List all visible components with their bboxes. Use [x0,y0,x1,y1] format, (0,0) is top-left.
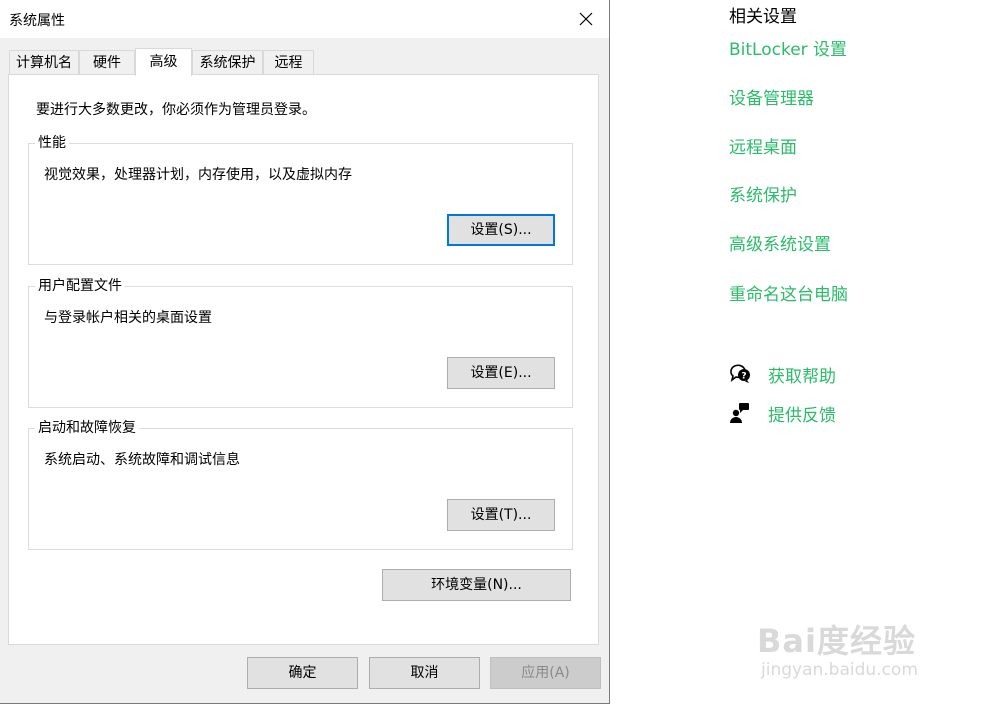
tab-remote[interactable]: 远程 [263,50,314,75]
cancel-button[interactable]: 取消 [369,657,480,689]
advanced-tab-panel: 要进行大多数更改，你必须作为管理员登录。 性能 视觉效果，处理器计划，内存使用，… [8,74,599,645]
baidu-watermark: Bai度经验 jingyan.baidu.com [757,598,947,690]
performance-group-title: 性能 [35,134,69,152]
device-manager-link[interactable]: 设备管理器 [729,84,814,109]
performance-group: 性能 视觉效果，处理器计划，内存使用，以及虚拟内存 设置(S)... [28,134,573,265]
title-bar: 系统属性 [0,0,609,38]
startup-recovery-description: 系统启动、系统故障和调试信息 [44,452,240,468]
watermark-brand: Bai度经验 [757,622,916,660]
performance-description: 视觉效果，处理器计划，内存使用，以及虚拟内存 [44,167,352,183]
environment-variables-button[interactable]: 环境变量(N)... [382,569,571,601]
tab-advanced[interactable]: 高级 [135,48,192,76]
ok-button[interactable]: 确定 [247,657,358,689]
performance-settings-button[interactable]: 设置(S)... [447,214,555,246]
startup-recovery-group-title: 启动和故障恢复 [35,419,139,437]
help-chat-icon: ? [729,363,751,385]
get-help-link[interactable]: ? 获取帮助 [729,363,836,387]
feedback-person-icon [729,402,751,424]
user-profiles-group-title: 用户配置文件 [35,277,125,295]
tab-computer-name[interactable]: 计算机名 [9,50,79,75]
get-help-label: 获取帮助 [768,366,836,387]
remote-desktop-link[interactable]: 远程桌面 [729,133,797,158]
system-properties-dialog: 系统属性 计算机名 硬件 高级 系统保护 远程 要进行大多数更改，你必须作为管理… [0,0,610,704]
advanced-system-settings-link[interactable]: 高级系统设置 [729,230,831,255]
admin-note: 要进行大多数更改，你必须作为管理员登录。 [36,102,316,118]
related-settings-heading: 相关设置 [729,7,797,27]
close-button[interactable] [569,4,603,34]
system-protection-link[interactable]: 系统保护 [729,181,797,206]
user-profiles-settings-button[interactable]: 设置(E)... [447,357,555,389]
bitlocker-settings-link[interactable]: BitLocker 设置 [729,35,847,60]
give-feedback-link[interactable]: 提供反馈 [729,402,836,426]
close-icon [579,12,593,26]
dialog-title: 系统属性 [9,13,65,29]
user-profiles-description: 与登录帐户相关的桌面设置 [44,310,212,326]
user-profiles-group: 用户配置文件 与登录帐户相关的桌面设置 设置(E)... [28,277,573,408]
tab-system-protection[interactable]: 系统保护 [192,50,263,75]
tab-hardware[interactable]: 硬件 [79,50,135,75]
watermark-site: jingyan.baidu.com [761,660,918,680]
startup-recovery-settings-button[interactable]: 设置(T)... [447,499,555,531]
rename-pc-link[interactable]: 重命名这台电脑 [729,280,848,305]
startup-recovery-group: 启动和故障恢复 系统启动、系统故障和调试信息 设置(T)... [28,419,573,550]
give-feedback-label: 提供反馈 [768,405,836,426]
apply-button[interactable]: 应用(A) [490,657,601,689]
svg-text:?: ? [741,372,746,382]
